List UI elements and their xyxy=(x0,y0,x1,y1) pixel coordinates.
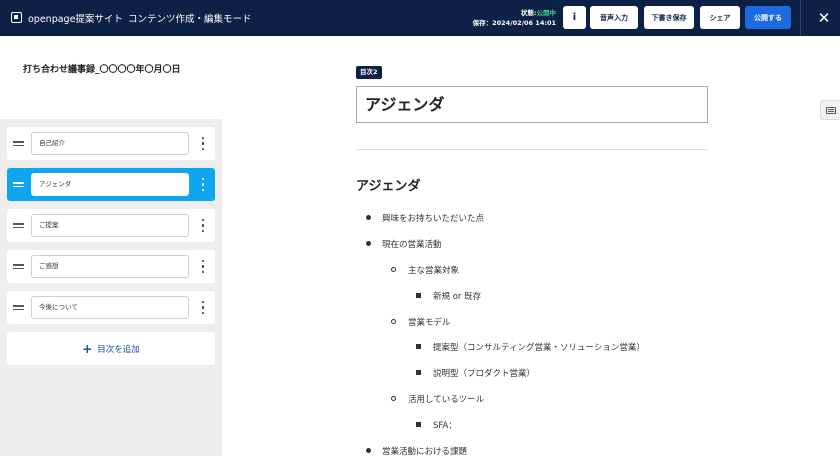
toc-item-input[interactable]: 自己紹介 xyxy=(31,132,189,155)
publish-button[interactable]: 公開する xyxy=(745,6,791,29)
close-icon[interactable]: ✕ xyxy=(812,6,836,30)
drag-handle-icon[interactable] xyxy=(13,179,24,190)
save-status: 状態:公開中 保存：2024/02/06 14:01 xyxy=(473,8,556,28)
more-options-icon[interactable] xyxy=(199,219,207,232)
list-item[interactable]: 主な営業対象 xyxy=(408,264,459,276)
status-value: 公開中 xyxy=(536,9,557,17)
share-button[interactable]: シェア xyxy=(700,6,740,29)
bullet-dot-icon xyxy=(366,241,371,246)
list-item[interactable]: 提案型（コンサルティング営業・ソリューション営業） xyxy=(433,341,645,353)
toc-item[interactable]: 今後について xyxy=(7,291,215,324)
section-divider xyxy=(356,149,708,150)
list-item[interactable]: 営業モデル xyxy=(408,316,451,328)
toc-item-active[interactable]: アジェンダ xyxy=(7,168,215,201)
bullet-circle-icon xyxy=(391,319,396,324)
toc-item-input[interactable]: ご提案 xyxy=(31,214,189,237)
top-bar: openpage提案サイト コンテンツ作成・編集モード 状態:公開中 保存：20… xyxy=(0,0,840,36)
drag-handle-icon[interactable] xyxy=(13,138,24,149)
drag-handle-icon[interactable] xyxy=(13,261,24,272)
more-options-icon[interactable] xyxy=(199,260,207,273)
list-item[interactable]: SFA： xyxy=(433,419,457,431)
list-item[interactable]: 営業活動における課題 xyxy=(382,445,467,456)
plus-icon: + xyxy=(82,341,93,356)
add-toc-label: 目次を追加 xyxy=(97,344,140,355)
bullet-square-icon xyxy=(416,422,421,427)
bullet-circle-icon xyxy=(391,267,396,272)
more-options-icon[interactable] xyxy=(199,178,207,191)
toc-item-input[interactable]: ご感想 xyxy=(31,255,189,278)
mode-label: コンテンツ作成・編集モード xyxy=(128,14,252,25)
info-button[interactable]: i xyxy=(563,6,586,29)
bullet-dot-icon xyxy=(366,448,371,453)
list-item[interactable]: 現在の営業活動 xyxy=(382,238,442,250)
more-options-icon[interactable] xyxy=(199,301,207,314)
section-badge: 目次2 xyxy=(356,66,382,79)
toc-sidebar: 打ち合わせ議事録_〇〇〇〇年〇月〇日 自己紹介 アジェンダ ご提案 ご感想 今後… xyxy=(0,36,222,456)
list-item[interactable]: 活用しているツール xyxy=(408,393,484,405)
list-item[interactable]: 興味をお持ちいただいた点 xyxy=(382,212,484,224)
sidebar-header: 打ち合わせ議事録_〇〇〇〇年〇月〇日 xyxy=(0,36,222,119)
status-label: 状態: xyxy=(520,9,537,17)
bullet-dot-icon xyxy=(366,215,371,220)
add-toc-button[interactable]: + 目次を追加 xyxy=(7,332,215,365)
toc-item[interactable]: ご提案 xyxy=(7,209,215,242)
bullet-square-icon xyxy=(416,344,421,349)
drag-handle-icon[interactable] xyxy=(13,302,24,313)
keyboard-icon xyxy=(825,106,836,114)
save-draft-button[interactable]: 下書き保存 xyxy=(644,6,694,29)
toolbar-divider xyxy=(800,0,801,36)
toc-item[interactable]: ご感想 xyxy=(7,250,215,283)
saved-timestamp: 保存：2024/02/06 14:01 xyxy=(472,19,556,27)
bullet-circle-icon xyxy=(391,396,396,401)
section-heading-input[interactable]: アジェンダ xyxy=(356,86,708,123)
document-title: 打ち合わせ議事録_〇〇〇〇年〇月〇日 xyxy=(23,65,181,75)
toc-item-input[interactable]: 今後について xyxy=(31,296,189,319)
bullet-square-icon xyxy=(416,370,421,375)
app-logo-icon xyxy=(11,12,22,23)
toc-item[interactable]: 自己紹介 xyxy=(7,127,215,160)
bullet-square-icon xyxy=(416,293,421,298)
editor-main: 目次2 アジェンダ アジェンダ 興味をお持ちいただいた点 現在の営業活動 主な営… xyxy=(222,36,840,456)
toc-item-input[interactable]: アジェンダ xyxy=(31,173,189,196)
more-options-icon[interactable] xyxy=(199,137,207,150)
app-title: openpage提案サイト xyxy=(28,14,123,25)
list-item[interactable]: 説明型（プロダクト営業） xyxy=(433,367,535,379)
drag-handle-icon[interactable] xyxy=(13,220,24,231)
content-title[interactable]: アジェンダ xyxy=(356,175,420,194)
voice-input-button[interactable]: 音声入力 xyxy=(590,6,638,29)
list-item[interactable]: 新規 or 既存 xyxy=(433,290,481,302)
keyboard-toggle-button[interactable] xyxy=(820,100,840,120)
